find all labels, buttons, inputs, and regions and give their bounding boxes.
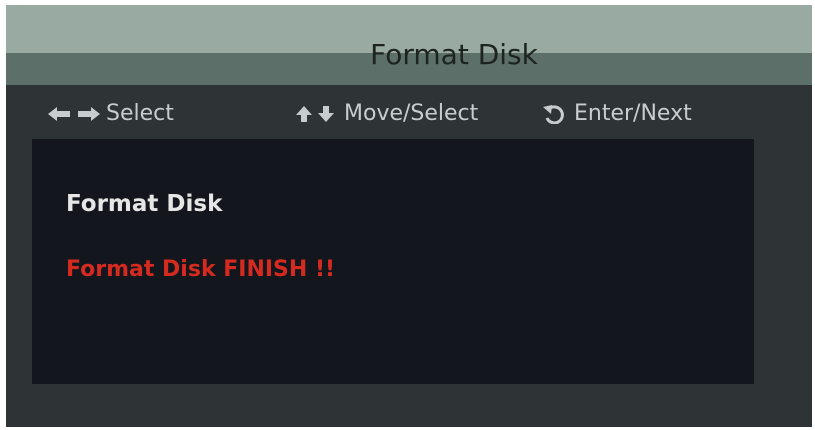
enter-return-icon [542, 104, 568, 124]
hint-select-label: Select [106, 101, 174, 126]
format-disk-panel: Format Disk Format Disk FINISH !! [32, 139, 754, 384]
hint-move-select: Move/Select [294, 101, 478, 126]
format-disk-screen: Format Disk Select Move/Select Enter/Nex… [6, 5, 812, 427]
panel-heading: Format Disk [66, 191, 223, 217]
window-title: Format Disk [6, 37, 812, 73]
left-right-arrows-icon [48, 105, 100, 123]
hint-select: Select [48, 101, 174, 126]
hint-enter-next: Enter/Next [542, 101, 692, 126]
window-title-label: Format Disk [370, 38, 538, 71]
key-hint-bar: Select Move/Select Enter/Next [6, 95, 812, 135]
format-status-message: Format Disk FINISH !! [66, 257, 336, 282]
hint-move-select-label: Move/Select [344, 101, 479, 126]
hint-enter-next-label: Enter/Next [574, 101, 692, 126]
up-down-arrows-icon [294, 104, 338, 124]
